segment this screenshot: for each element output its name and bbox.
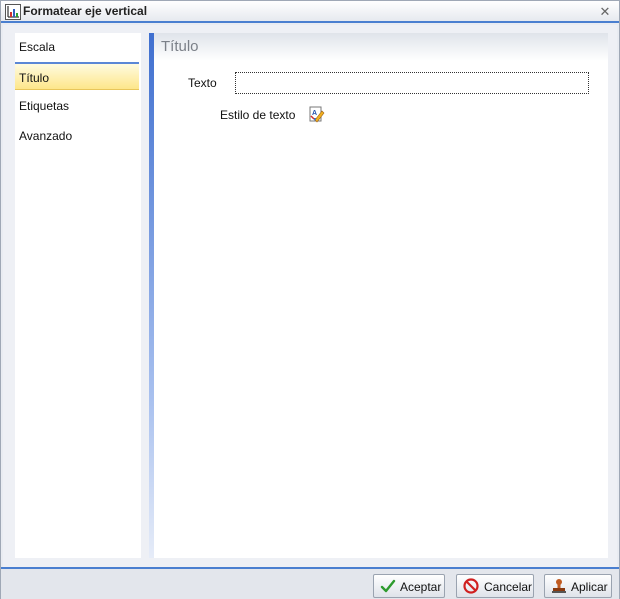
texto-label: Texto	[188, 76, 217, 90]
sidebar-item-escala[interactable]: Escala	[15, 33, 139, 61]
format-axis-dialog: Formatear eje vertical ✕ Escala Título E…	[0, 0, 620, 599]
sidebar-item-label: Escala	[19, 40, 56, 54]
panel-title: Título	[161, 38, 199, 55]
text-style-icon[interactable]: A	[308, 106, 325, 123]
cancel-icon	[463, 578, 479, 594]
title-bar[interactable]: Formatear eje vertical ✕	[1, 1, 619, 23]
sidebar-item-label: Etiquetas	[19, 99, 70, 113]
dialog-footer: Aceptar Cancelar Aplicar	[1, 567, 619, 599]
sidebar: Escala Título Etiquetas Avanzado	[15, 33, 141, 558]
content-panel: Título Texto Estilo de texto A	[149, 33, 608, 558]
estilo-de-texto-label: Estilo de texto	[220, 108, 296, 122]
cancel-button[interactable]: Cancelar	[456, 574, 534, 598]
sidebar-item-avanzado[interactable]: Avanzado	[15, 122, 139, 150]
sidebar-item-titulo[interactable]: Título	[15, 62, 139, 90]
dialog-body: Escala Título Etiquetas Avanzado Título …	[3, 25, 617, 567]
chart-axis-icon	[5, 4, 21, 20]
close-icon[interactable]: ✕	[599, 5, 611, 18]
apply-button[interactable]: Aplicar	[544, 574, 612, 598]
panel-header: Título	[154, 33, 608, 61]
cancel-label: Cancelar	[484, 580, 533, 594]
sidebar-item-label: Título	[19, 71, 50, 85]
sidebar-item-label: Avanzado	[19, 129, 73, 143]
sidebar-item-etiquetas[interactable]: Etiquetas	[15, 92, 139, 120]
dialog-title: Formatear eje vertical	[23, 4, 148, 18]
svg-text:A: A	[312, 110, 317, 117]
accept-button[interactable]: Aceptar	[373, 574, 445, 598]
apply-label: Aplicar	[571, 580, 608, 594]
stamp-icon	[551, 578, 567, 594]
accept-label: Aceptar	[400, 580, 442, 594]
texto-input[interactable]	[235, 72, 589, 94]
check-icon	[380, 578, 396, 594]
